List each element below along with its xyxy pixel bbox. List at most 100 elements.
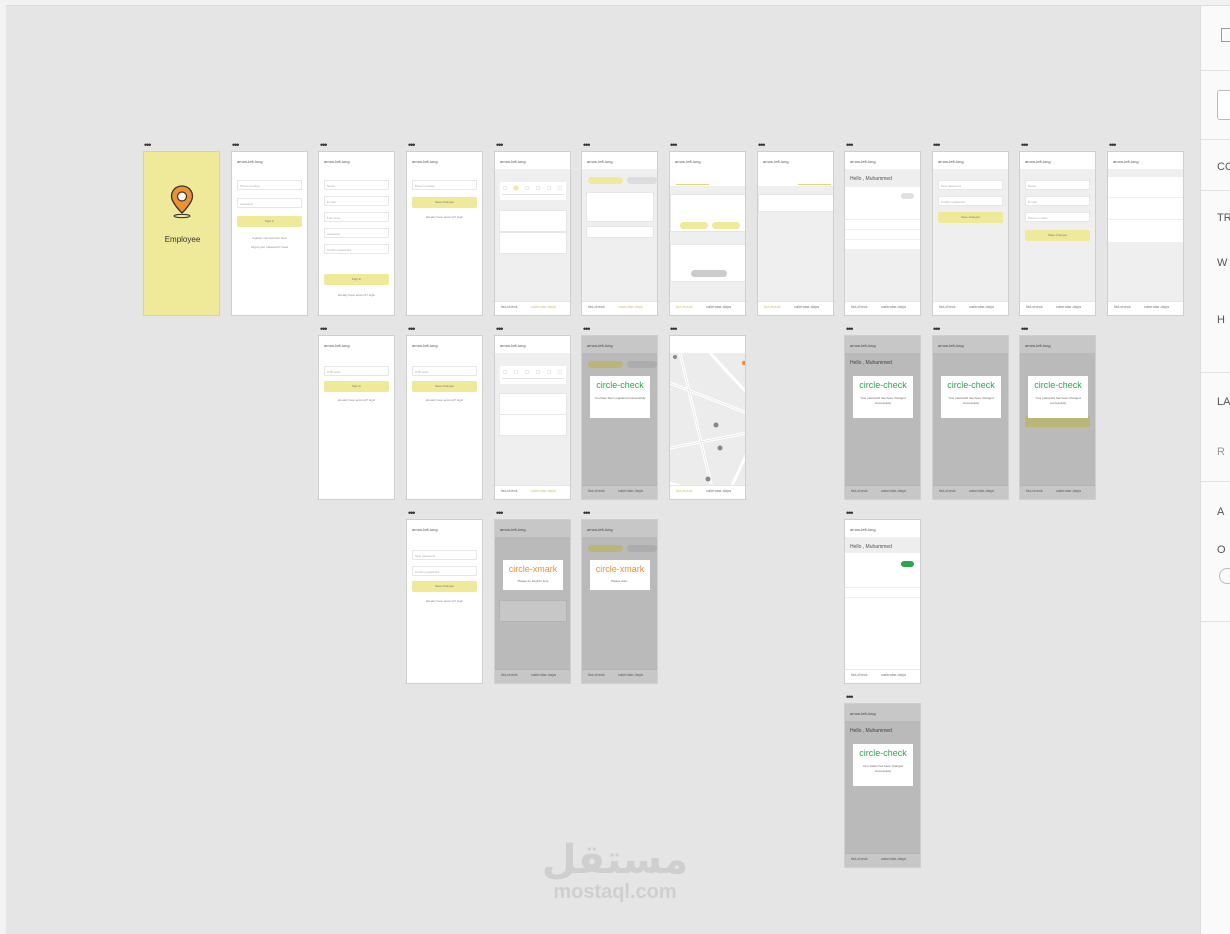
- frame-menu-icon[interactable]: •••: [496, 141, 504, 150]
- tab-pill[interactable]: [588, 177, 623, 184]
- nav-list-check-icon[interactable]: list-check: [1026, 488, 1043, 493]
- frame-menu-icon[interactable]: •••: [408, 509, 416, 518]
- nav-list-check-icon[interactable]: list-check: [501, 304, 518, 309]
- tab-pill[interactable]: [588, 545, 623, 552]
- header-back[interactable]: arrow-left-long: [412, 527, 438, 532]
- register-link[interactable]: register new account here: [237, 236, 302, 240]
- confirm-field[interactable]: Confirm password: [412, 566, 477, 576]
- frame-profile-active[interactable]: arrow-left-long Hello , Muhammed list-ch…: [844, 519, 921, 684]
- frame-calendar[interactable]: arrow-left-long list-check calendar-days: [494, 151, 571, 316]
- phone-field[interactable]: Phone number: [237, 180, 302, 190]
- header-back[interactable]: arrow-left-long: [850, 159, 876, 164]
- otp-field[interactable]: OTP code: [412, 366, 477, 376]
- nav-calendar-icon[interactable]: calendar-days: [531, 672, 556, 677]
- shift-card[interactable]: [499, 600, 567, 622]
- frame-menu-icon[interactable]: •••: [846, 325, 854, 334]
- frame-menu-icon[interactable]: •••: [846, 509, 854, 518]
- frame-calendar-error[interactable]: arrow-left-long circle-xmark Please try …: [494, 519, 571, 684]
- shift-card[interactable]: [499, 210, 567, 232]
- tab-pill[interactable]: [627, 545, 657, 552]
- frame-calendar-2[interactable]: arrow-left-long list-check calendar-days: [494, 335, 571, 500]
- nav-list-check-icon[interactable]: list-check: [851, 488, 868, 493]
- password-field[interactable]: password: [324, 228, 389, 238]
- frame-menu-icon[interactable]: •••: [1021, 141, 1029, 150]
- radio-option[interactable]: [1219, 568, 1230, 584]
- frame-menu-icon[interactable]: •••: [320, 325, 328, 334]
- header-back[interactable]: arrow-left-long: [1025, 159, 1051, 164]
- panel-toggle-icon[interactable]: [1221, 28, 1230, 42]
- nav-list-check-icon[interactable]: list-check: [588, 672, 605, 677]
- frame-menu-icon[interactable]: •••: [1109, 141, 1117, 150]
- frame-map[interactable]: list-check calendar-days: [669, 335, 746, 500]
- frame-task-details[interactable]: arrow-left-long list-check calendar-days: [669, 151, 746, 316]
- frame-profile-success[interactable]: arrow-left-long Hello , Muhammed circle-…: [844, 335, 921, 500]
- accept-button[interactable]: [680, 222, 708, 229]
- shift-card[interactable]: [499, 414, 567, 436]
- nav-calendar-icon[interactable]: calendar-days: [969, 488, 994, 493]
- frame-menu-icon[interactable]: •••: [846, 141, 854, 150]
- save-button[interactable]: Save changes: [938, 212, 1003, 223]
- full-name-field[interactable]: Full name: [324, 212, 389, 222]
- frame-register[interactable]: arrow-left-long Name E-mail Full name pa…: [318, 151, 395, 316]
- save-button[interactable]: Save changes: [1025, 230, 1090, 241]
- nav-list-check-icon[interactable]: list-check: [851, 672, 868, 677]
- header-back[interactable]: arrow-left-long: [500, 343, 526, 348]
- status-toggle[interactable]: [901, 193, 914, 199]
- already-link[interactable]: already have account? login: [324, 398, 389, 402]
- frame-tasks-confirmed[interactable]: arrow-left-long list-check calendar-days: [757, 151, 834, 316]
- frame-requests-success[interactable]: arrow-left-long circle-check You have be…: [581, 335, 658, 500]
- nav-calendar-icon[interactable]: calendar-days: [618, 488, 643, 493]
- nav-calendar-icon[interactable]: calendar-days: [881, 488, 906, 493]
- email-field[interactable]: E-mail: [1025, 196, 1090, 206]
- nav-calendar-icon[interactable]: calendar-days: [706, 304, 731, 309]
- new-password-field[interactable]: New password: [938, 180, 1003, 190]
- nav-list-check-icon[interactable]: list-check: [588, 304, 605, 309]
- nav-calendar-icon[interactable]: calendar-days: [531, 304, 556, 309]
- header-back[interactable]: arrow-left-long: [1113, 159, 1139, 164]
- frame-change-password[interactable]: arrow-left-long New password Confirm pas…: [932, 151, 1009, 316]
- nav-calendar-icon[interactable]: calendar-days: [1144, 304, 1169, 309]
- header-back[interactable]: arrow-left-long: [850, 711, 876, 716]
- frame-forgot-phone[interactable]: arrow-left-long Phone number Save change…: [406, 151, 483, 316]
- frame-requests-error[interactable]: arrow-left-long circle-xmark Please wait…: [581, 519, 658, 684]
- nav-calendar-icon[interactable]: calendar-days: [618, 672, 643, 677]
- header-back[interactable]: arrow-left-long: [850, 527, 876, 532]
- frame-edit-profile[interactable]: arrow-left-long Name E-mail Phone number…: [1019, 151, 1096, 316]
- nav-list-check-icon[interactable]: list-check: [851, 856, 868, 861]
- frame-status-success[interactable]: arrow-left-long Hello , Muhammed circle-…: [844, 703, 921, 868]
- frame-password-success[interactable]: arrow-left-long circle-check Your passwo…: [932, 335, 1009, 500]
- frame-menu-icon[interactable]: •••: [933, 141, 941, 150]
- nav-list-check-icon[interactable]: list-check: [501, 488, 518, 493]
- frame-menu-icon[interactable]: •••: [320, 141, 328, 150]
- nav-list-check-icon[interactable]: list-check: [851, 304, 868, 309]
- nav-list-check-icon[interactable]: list-check: [1026, 304, 1043, 309]
- name-field[interactable]: Name: [1025, 180, 1090, 190]
- properties-panel[interactable]: CO TR W H LA R A O: [1200, 6, 1230, 934]
- frame-menu-icon[interactable]: •••: [583, 141, 591, 150]
- nav-calendar-icon[interactable]: calendar-days: [794, 304, 819, 309]
- frame-profile[interactable]: arrow-left-long Hello , Muhammed list-ch…: [844, 151, 921, 316]
- frame-menu-icon[interactable]: •••: [846, 693, 854, 702]
- frame-menu-icon[interactable]: •••: [583, 325, 591, 334]
- nav-calendar-icon[interactable]: calendar-days: [1056, 488, 1081, 493]
- shift-card[interactable]: [499, 232, 567, 254]
- otp-field[interactable]: OTP code: [324, 366, 389, 376]
- header-back[interactable]: arrow-left-long: [850, 343, 876, 348]
- tab-pill[interactable]: [627, 177, 657, 184]
- frame-menu-icon[interactable]: •••: [758, 141, 766, 150]
- nav-list-check-icon[interactable]: list-check: [764, 304, 781, 309]
- nav-list-check-icon[interactable]: list-check: [939, 488, 956, 493]
- header-back[interactable]: arrow-left-long: [1025, 343, 1051, 348]
- confirm-field[interactable]: Confirm password: [938, 196, 1003, 206]
- frame-menu-icon[interactable]: •••: [496, 509, 504, 518]
- header-back[interactable]: arrow-left-long: [500, 159, 526, 164]
- sign-in-button[interactable]: Sign in: [324, 381, 389, 392]
- header-back[interactable]: arrow-left-long: [587, 343, 613, 348]
- nav-list-check-icon[interactable]: list-check: [676, 488, 693, 493]
- tab-pill[interactable]: [588, 361, 623, 368]
- frame-menu-icon[interactable]: •••: [933, 325, 941, 334]
- week-strip[interactable]: [500, 182, 566, 200]
- already-link[interactable]: already have account? login: [412, 215, 477, 219]
- frame-requests[interactable]: arrow-left-long list-check calendar-days: [581, 151, 658, 316]
- frame-otp[interactable]: arrow-left-long OTP code Sign in already…: [318, 335, 395, 500]
